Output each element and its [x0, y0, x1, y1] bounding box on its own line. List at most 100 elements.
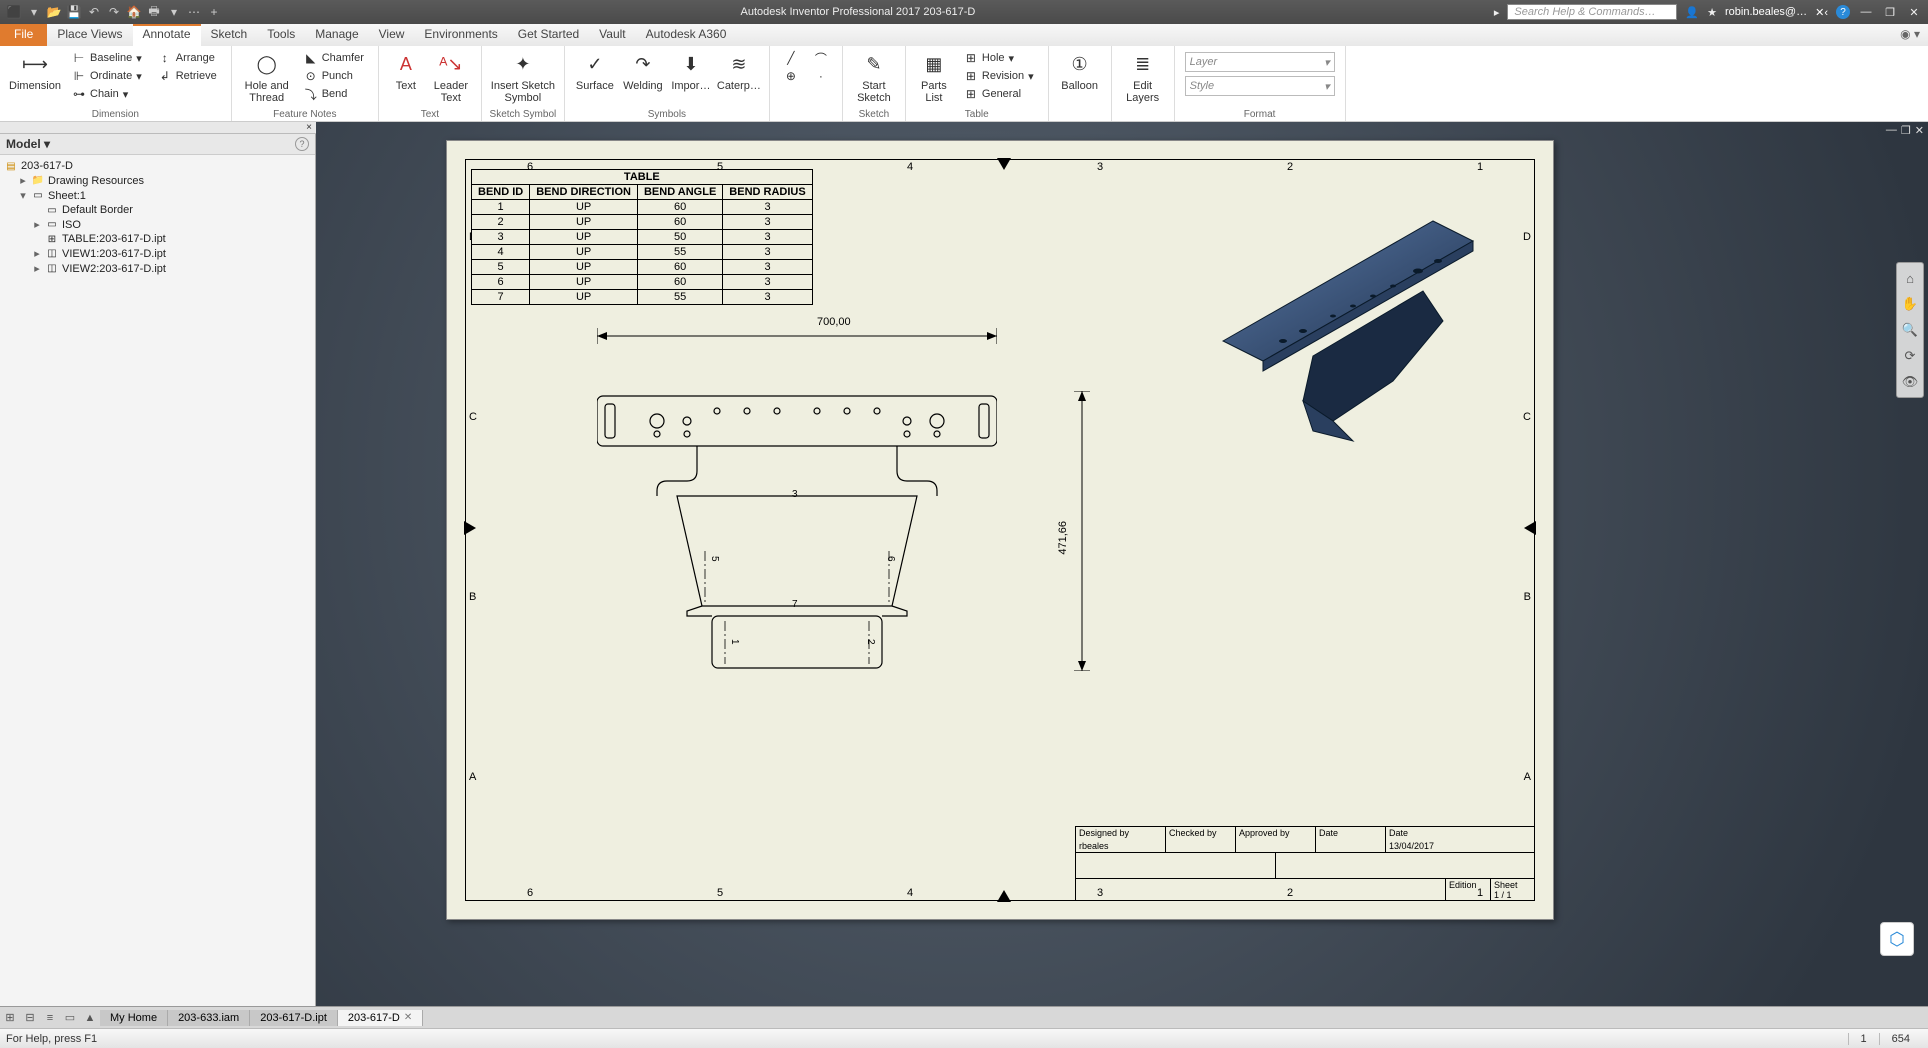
tab-ctrl-4[interactable]: ▭: [60, 1011, 80, 1024]
drawing-canvas[interactable]: 6 5 4 3 2 1 6 5 4 3 2 1 D C B A D C B A: [316, 122, 1928, 1006]
tree-node[interactable]: ▭Default Border: [4, 203, 311, 217]
editlayers-button[interactable]: ≣Edit Layers: [1118, 48, 1168, 104]
dim-height[interactable]: 471,66: [1057, 521, 1069, 555]
doc-min-button[interactable]: —: [1886, 124, 1897, 137]
close-button[interactable]: ✕: [1906, 4, 1922, 20]
tree-node[interactable]: ⊞TABLE:203-617-D.ipt: [4, 232, 311, 246]
signin-icon[interactable]: 👤: [1685, 6, 1699, 19]
tree-root[interactable]: ▤203-617-D: [4, 159, 311, 173]
doc-close-button[interactable]: ✕: [1915, 124, 1924, 137]
tab-203-617-d[interactable]: 203-617-D✕: [338, 1010, 423, 1026]
exchange-icon[interactable]: ✕‹: [1815, 6, 1828, 19]
tab-203-633[interactable]: 203-633.iam: [168, 1010, 250, 1026]
leadertext-button[interactable]: ᴬ↘Leader Text: [427, 48, 475, 104]
minimize-button[interactable]: —: [1858, 4, 1874, 20]
tree-node[interactable]: ▸◫VIEW2:203-617-D.ipt: [4, 261, 311, 276]
menu-view[interactable]: View: [369, 24, 415, 46]
tab-ctrl-5[interactable]: ▲: [80, 1012, 100, 1024]
menu-manage[interactable]: Manage: [305, 24, 368, 46]
menu-a360[interactable]: Autodesk A360: [636, 24, 737, 46]
undo-icon[interactable]: ↶: [86, 4, 102, 20]
menu-getstarted[interactable]: Get Started: [508, 24, 589, 46]
star-icon[interactable]: ★: [1707, 6, 1717, 19]
text-button[interactable]: AText: [385, 48, 427, 92]
drawing-sheet[interactable]: 6 5 4 3 2 1 6 5 4 3 2 1 D C B A D C B A: [446, 140, 1554, 920]
menu-vault[interactable]: Vault: [589, 24, 635, 46]
model-help-icon[interactable]: ?: [295, 137, 309, 151]
nav-orbit-icon[interactable]: ⟳: [1901, 347, 1919, 365]
share-button[interactable]: ⬡: [1880, 922, 1914, 956]
balloon-button[interactable]: ①Balloon: [1055, 48, 1105, 92]
chamfer-button[interactable]: ◣Chamfer: [300, 50, 368, 66]
arrange-button[interactable]: ↕Arrange: [154, 50, 221, 66]
user-label[interactable]: robin.beales@…: [1725, 6, 1807, 18]
point-button[interactable]: ·: [810, 68, 832, 84]
model-title[interactable]: Model ▾: [6, 137, 50, 151]
iso-view[interactable]: [1193, 191, 1493, 451]
baseline-button[interactable]: ⊢Baseline ▾: [68, 50, 146, 66]
nav-pan-icon[interactable]: ✋: [1901, 295, 1919, 313]
save-icon[interactable]: 💾: [66, 4, 82, 20]
menu-placeviews[interactable]: Place Views: [47, 24, 132, 46]
tree-node[interactable]: ▸▭ISO: [4, 217, 311, 232]
menu-overflow-icon[interactable]: ◉ ▾: [1892, 24, 1928, 46]
panel-close-button[interactable]: ×: [0, 122, 316, 134]
leadertext-icon: ᴬ↘: [437, 50, 465, 78]
tab-203-617-ipt[interactable]: 203-617-D.ipt: [250, 1010, 338, 1026]
title-block[interactable]: Designed byrbeales Checked by Approved b…: [1075, 826, 1535, 901]
search-input[interactable]: Search Help & Commands…: [1507, 4, 1677, 20]
home-icon[interactable]: 🏠: [126, 4, 142, 20]
tab-close-icon[interactable]: ✕: [404, 1012, 412, 1023]
flat-pattern-view[interactable]: [597, 386, 997, 676]
tab-ctrl-1[interactable]: ⊞: [0, 1011, 20, 1024]
layer-dropdown[interactable]: Layer▾: [1185, 52, 1335, 72]
nav-home-icon[interactable]: ⌂: [1901, 269, 1919, 287]
line-button[interactable]: ╱: [780, 50, 802, 66]
help-icon[interactable]: ?: [1836, 5, 1850, 19]
tab-myhome[interactable]: My Home: [100, 1010, 168, 1026]
holethread-button[interactable]: ◯Hole and Thread: [238, 48, 296, 104]
tree-node[interactable]: ▾▭Sheet:1: [4, 188, 311, 203]
holetable-button[interactable]: ⊞Hole ▾: [960, 50, 1038, 66]
import-button[interactable]: ⬇Impor…: [667, 48, 715, 92]
partslist-button[interactable]: ▦Parts List: [912, 48, 956, 104]
open-icon[interactable]: 📂: [46, 4, 62, 20]
bend-button[interactable]: ⤵Bend: [300, 86, 368, 102]
dimension-button[interactable]: ⟼Dimension: [6, 48, 64, 92]
surface-button[interactable]: ✓Surface: [571, 48, 619, 92]
tree-node[interactable]: ▸📁Drawing Resources: [4, 173, 311, 188]
qat-plus-icon[interactable]: +: [206, 4, 222, 20]
tree-node[interactable]: ▸◫VIEW1:203-617-D.ipt: [4, 246, 311, 261]
nav-zoom-icon[interactable]: 🔍: [1901, 321, 1919, 339]
menu-sketch[interactable]: Sketch: [201, 24, 258, 46]
new-icon[interactable]: ▾: [26, 4, 42, 20]
app-icon[interactable]: ⬛: [6, 4, 22, 20]
menu-environments[interactable]: Environments: [414, 24, 507, 46]
revision-button[interactable]: ⊞Revision ▾: [960, 68, 1038, 84]
sketchsymbol-button[interactable]: ✦Insert Sketch Symbol: [488, 48, 558, 104]
caterp-button[interactable]: ≋Caterp…: [715, 48, 763, 92]
menu-file[interactable]: File: [0, 24, 47, 46]
tab-ctrl-2[interactable]: ⊟: [20, 1011, 40, 1024]
nav-look-icon[interactable]: 👁: [1901, 373, 1919, 391]
startsketch-button[interactable]: ✎Start Sketch: [849, 48, 899, 104]
doc-max-button[interactable]: ❐: [1901, 124, 1911, 137]
retrieve-button[interactable]: ↲Retrieve: [154, 68, 221, 84]
restore-button[interactable]: ❐: [1882, 4, 1898, 20]
right-arrow-icon[interactable]: ▸: [1494, 6, 1500, 19]
more-icon[interactable]: ▾: [166, 4, 182, 20]
menu-annotate[interactable]: Annotate: [133, 24, 201, 46]
ordinate-button[interactable]: ⊩Ordinate ▾: [68, 68, 146, 84]
punch-button[interactable]: ⊙Punch: [300, 68, 368, 84]
center-button[interactable]: ⊕: [780, 68, 802, 84]
welding-button[interactable]: ↷Welding: [619, 48, 667, 92]
style-dropdown[interactable]: Style▾: [1185, 76, 1335, 96]
arc-button[interactable]: ⌒: [810, 50, 832, 66]
bend-table[interactable]: TABLE BEND IDBEND DIRECTIONBEND ANGLEBEN…: [471, 169, 813, 305]
redo-icon[interactable]: ↷: [106, 4, 122, 20]
general-button[interactable]: ⊞General: [960, 86, 1038, 102]
tab-ctrl-3[interactable]: ≡: [40, 1012, 60, 1024]
chain-button[interactable]: ⊶Chain ▾: [68, 86, 146, 102]
menu-tools[interactable]: Tools: [257, 24, 305, 46]
print-icon[interactable]: 🖶: [146, 4, 162, 20]
